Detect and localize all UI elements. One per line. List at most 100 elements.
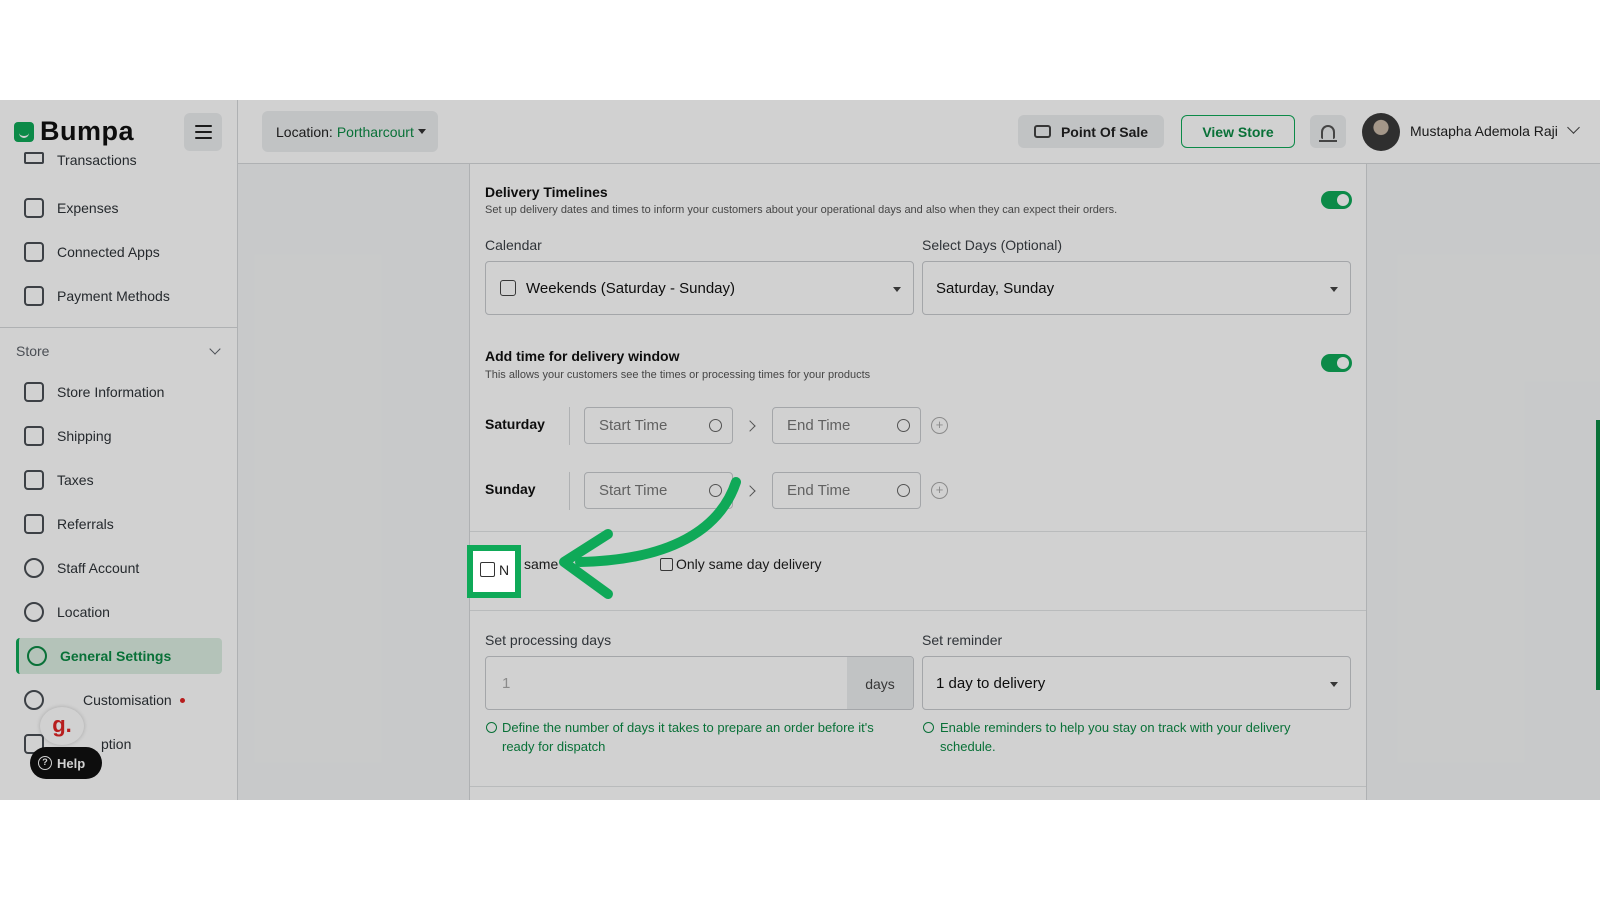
avatar[interactable] [1362,113,1400,151]
sidebar-item-label: Customisation [83,692,172,708]
saturday-end-time-input[interactable]: End Time [772,407,921,444]
delivery-timelines-description: Set up delivery dates and times to infor… [485,204,1118,216]
taxes-icon [24,470,44,490]
sidebar-item-store-information[interactable]: Store Information [16,374,222,410]
menu-toggle-button[interactable] [184,113,222,151]
sidebar-item-label: Referrals [57,516,114,532]
pos-icon [1033,125,1051,138]
processing-days-input[interactable]: 1 days [485,656,914,710]
sidebar-item-expenses[interactable]: Expenses [16,190,222,226]
day-label-sunday: Sunday [485,481,536,497]
chevron-down-icon[interactable] [1567,121,1580,134]
delivery-window-toggle[interactable] [1321,354,1352,372]
question-icon: ? [38,756,52,770]
info-icon [923,722,934,733]
brand-name: Bumpa [40,116,135,146]
no-same-day-checkbox[interactable] [480,562,495,577]
sidebar-item-label: Location [57,604,110,620]
caret-down-icon [1330,287,1338,292]
location-pin-icon [24,602,44,622]
info-icon [486,722,497,733]
g-widget-badge[interactable]: g. [40,707,84,745]
clock-icon [709,419,722,432]
saturday-start-time-input[interactable]: Start Time [584,407,733,444]
point-of-sale-button[interactable]: Point Of Sale [1018,115,1164,148]
reminder-value: 1 day to delivery [936,674,1046,692]
calendar-label: Calendar [485,237,542,253]
delivery-window-title: Add time for delivery window [485,348,680,364]
sidebar-item-payment-methods[interactable]: Payment Methods [16,278,222,314]
sidebar-item-label: ption [101,736,132,752]
top-bar: Location: Portharcourt Point Of Sale Vie… [238,100,1600,164]
location-value: Portharcourt [336,123,414,140]
sunday-end-time-input[interactable]: End Time [772,472,921,509]
sidebar-item-referrals[interactable]: Referrals [16,506,222,542]
sidebar-section-store[interactable]: Store [16,343,49,359]
caret-down-icon [893,287,901,292]
days-suffix: days [847,657,913,709]
sidebar-divider [0,327,238,328]
sidebar-item-transactions[interactable]: Transactions [16,152,222,176]
gear-icon [27,646,47,666]
delivery-window-description: This allows your customers see the times… [485,369,871,381]
sidebar-item-general-settings[interactable]: General Settings [16,638,222,674]
clock-icon [897,419,910,432]
sidebar-item-label: Expenses [57,200,119,216]
sidebar-item-label: Shipping [57,428,112,444]
sidebar-item-staff-account[interactable]: Staff Account [16,550,222,586]
sidebar-item-label: Transactions [57,152,137,168]
sidebar: Bumpa Transactions Expenses Connected Ap… [0,100,238,800]
view-store-button[interactable]: View Store [1181,115,1295,148]
location-selector[interactable]: Location: Portharcourt [262,111,438,152]
help-label: Help [57,755,86,771]
processing-days-value: 1 [502,675,511,692]
transactions-icon [24,152,44,164]
calendar-icon [500,280,516,296]
payment-methods-icon [24,286,44,306]
sidebar-item-location[interactable]: Location [16,594,222,630]
expenses-icon [24,198,44,218]
sidebar-item-shipping[interactable]: Shipping [16,418,222,454]
add-time-slot-icon[interactable]: + [931,417,948,434]
bell-icon [1319,124,1337,142]
hamburger-icon [194,125,212,127]
scrollbar[interactable] [1596,420,1600,690]
shipping-icon [24,426,44,446]
calendar-select[interactable]: Weekends (Saturday - Sunday) [485,261,914,315]
reminder-select[interactable]: 1 day to delivery [922,656,1351,710]
processing-days-label: Set processing days [485,632,612,648]
palette-icon [24,690,44,710]
pos-label: Point Of Sale [1060,123,1149,140]
sidebar-item-label: Staff Account [57,560,140,576]
select-days-select[interactable]: Saturday, Sunday [922,261,1351,315]
user-name[interactable]: Mustapha Ademola Raji [1410,123,1558,139]
help-button[interactable]: ? Help [30,747,102,779]
day-label-saturday: Saturday [485,416,545,432]
caret-down-icon [417,129,426,134]
delivery-timelines-title: Delivery Timelines [485,184,608,200]
notifications-button[interactable] [1310,115,1346,148]
delivery-timelines-toggle[interactable] [1321,191,1352,209]
reminder-info: Enable reminders to help you stay on tra… [940,720,1291,754]
chevron-down-icon[interactable] [209,343,221,355]
sidebar-item-label: Connected Apps [57,244,160,260]
clock-icon [897,484,910,497]
add-time-slot-icon[interactable]: + [931,482,948,499]
start-time-placeholder: Start Time [599,417,668,434]
chevron-right-icon [744,420,756,432]
no-same-day-label: N [499,562,510,578]
sidebar-item-label: Taxes [57,472,94,488]
processing-days-info: Define the number of days it takes to pr… [502,720,874,754]
select-days-label: Select Days (Optional) [922,237,1063,253]
sidebar-item-label: Store Information [57,384,165,400]
megaphone-icon [24,514,44,534]
sidebar-item-connected-apps[interactable]: Connected Apps [16,234,222,270]
no-same-day-highlight[interactable]: N [467,545,521,598]
notification-dot [179,697,185,703]
store-icon [24,382,44,402]
brand-logo[interactable]: Bumpa [14,116,134,147]
select-days-value: Saturday, Sunday [936,279,1055,297]
connected-apps-icon [24,242,44,262]
bumpa-logo-icon [14,121,34,142]
sidebar-item-taxes[interactable]: Taxes [16,462,222,498]
